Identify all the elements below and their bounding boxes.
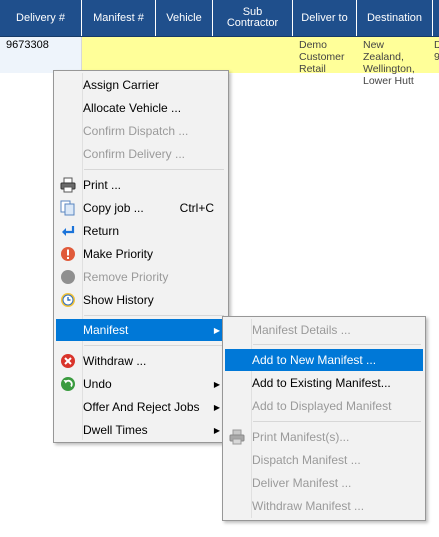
menu-item-withdraw-manifest[interactable]: Withdraw Manifest ... [225,495,423,517]
menu-item-deliver-manifest[interactable]: Deliver Manifest ... [225,472,423,494]
menu-separator [84,315,224,316]
menu-item-remove-priority[interactable]: Remove Priority [56,266,226,288]
menu-item-show-history[interactable]: Show History [56,289,226,311]
menu-item-add-to-displayed-manifest[interactable]: Add to Displayed Manifest [225,395,423,417]
menu-item-add-to-existing-manifest[interactable]: Add to Existing Manifest... [225,372,423,394]
grid-header: Delivery # Manifest # Vehicle Sub Contra… [0,0,439,37]
priority-alert-icon [61,247,75,261]
submenu-arrow-icon: ▶ [213,402,220,412]
menu-item-copy-job[interactable]: Copy job ... Ctrl+C [56,197,226,219]
menu-item-offer-and-reject-jobs[interactable]: Offer And Reject Jobs ▶ [56,396,226,418]
cell-overflow: D9 [434,39,439,63]
printer-gray-icon [229,429,245,445]
menu-item-dispatch-manifest[interactable]: Dispatch Manifest ... [225,449,423,471]
column-header-vehicle[interactable]: Vehicle [156,0,213,36]
menu-item-make-priority[interactable]: Make Priority [56,243,226,265]
manifest-submenu: Manifest Details ... Add to New Manifest… [222,316,426,521]
column-header-sub-contractor[interactable]: Sub Contractor [213,0,293,36]
column-header-delivery[interactable]: Delivery # [0,0,82,36]
menu-item-return[interactable]: Return [56,220,226,242]
withdraw-x-icon [61,354,75,368]
cell-deliver-to[interactable]: Demo Customer Retail [293,37,357,75]
menu-item-print[interactable]: Print ... [56,174,226,196]
menu-item-manifest-details[interactable]: Manifest Details ... [225,319,423,341]
menu-item-print-manifests[interactable]: Print Manifest(s)... [225,426,423,448]
clock-history-icon [61,293,75,307]
menu-item-withdraw[interactable]: Withdraw ... [56,350,226,372]
submenu-arrow-icon: ▶ [213,425,220,435]
menu-item-allocate-vehicle[interactable]: Allocate Vehicle ... [56,97,226,119]
return-arrow-icon [62,226,75,236]
submenu-arrow-icon: ▶ [213,379,220,389]
menu-separator [253,344,421,345]
column-header-deliver-to[interactable]: Deliver to [293,0,357,36]
menu-item-undo[interactable]: Undo ▶ [56,373,226,395]
submenu-arrow-icon: ▶ [213,325,220,335]
menu-item-manifest[interactable]: Manifest ▶ [56,319,226,341]
column-header-manifest[interactable]: Manifest # [82,0,156,36]
menu-item-confirm-delivery[interactable]: Confirm Delivery ... [56,143,226,165]
menu-item-assign-carrier[interactable]: Assign Carrier [56,74,226,96]
copy-icon [60,200,75,216]
priority-off-icon [61,270,75,284]
context-menu: Assign Carrier Allocate Vehicle ... Conf… [53,70,229,443]
column-header-overflow [433,0,439,36]
menu-item-dwell-times[interactable]: Dwell Times ▶ [56,419,226,441]
menu-item-add-to-new-manifest[interactable]: Add to New Manifest ... [225,349,423,371]
printer-icon [60,177,76,193]
cell-delivery-number[interactable]: 9673308 [0,37,82,73]
menu-separator [84,169,224,170]
menu-separator [84,345,224,346]
column-header-destination[interactable]: Destination [357,0,433,36]
undo-icon [61,377,75,391]
menu-item-confirm-dispatch[interactable]: Confirm Dispatch ... [56,120,226,142]
cell-destination[interactable]: New Zealand, Wellington, Lower Hutt [357,37,433,87]
table-row[interactable]: 9673308 Demo Customer Retail New Zealand… [0,37,439,87]
menu-separator [253,421,421,422]
